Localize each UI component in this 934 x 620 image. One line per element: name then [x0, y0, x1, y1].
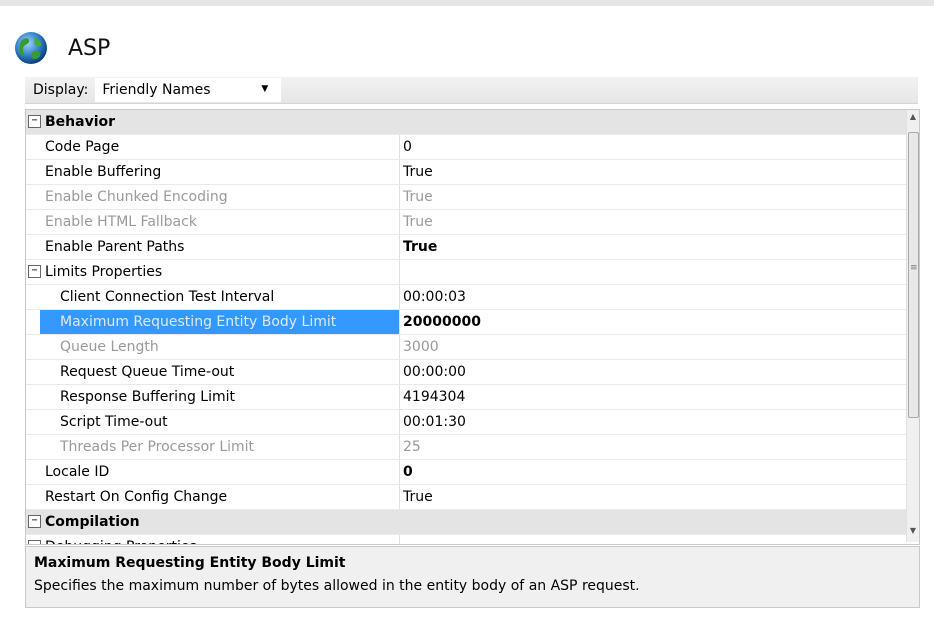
property-value[interactable]: 4194304 — [403, 385, 465, 409]
column-divider — [399, 135, 400, 159]
column-divider — [399, 310, 400, 334]
property-name: Enable Buffering — [45, 164, 162, 180]
column-divider — [399, 485, 400, 509]
property-name: Script Time-out — [60, 414, 168, 430]
property-name: Queue Length — [60, 339, 159, 355]
property-row-enable-parent-paths[interactable]: Enable Parent Paths True — [26, 235, 906, 260]
property-value[interactable]: True — [403, 485, 433, 509]
column-divider — [399, 235, 400, 259]
property-grid: − Behavior Code Page 0 Enable Buffering True E… — [25, 109, 920, 545]
column-divider — [399, 285, 400, 309]
property-value[interactable]: True — [403, 235, 437, 259]
property-value[interactable]: True — [403, 160, 433, 184]
display-select-value: Friendly Names — [102, 82, 211, 98]
property-name: Enable Chunked Encoding — [45, 189, 228, 205]
property-name: Maximum Requesting Entity Body Limit — [40, 310, 400, 334]
property-row-request-queue-time-out[interactable]: Request Queue Time-out 00:00:00 — [26, 360, 906, 385]
property-name: Debugging Properties — [45, 535, 399, 544]
column-divider — [399, 185, 400, 209]
property-value[interactable]: 0 — [403, 135, 412, 159]
property-name: Code Page — [45, 139, 120, 155]
page-title: ASP — [68, 35, 111, 61]
description-panel: Maximum Requesting Entity Body Limit Spe… — [25, 546, 920, 608]
scrollbar-thumb[interactable]: ≡ — [908, 132, 919, 418]
top-bar — [0, 0, 934, 6]
column-divider — [399, 535, 400, 544]
collapse-icon[interactable]: − — [28, 540, 41, 544]
property-value[interactable]: 25 — [403, 435, 421, 459]
column-divider — [399, 410, 400, 434]
display-toolbar: Display: Friendly Names ▼ — [25, 77, 918, 104]
property-value[interactable]: 00:00:03 — [403, 285, 466, 309]
property-row-restart-on-config-change[interactable]: Restart On Config Change True — [26, 485, 906, 510]
column-divider — [399, 460, 400, 484]
scroll-up-icon[interactable]: ▲ — [908, 112, 918, 126]
property-row-script-time-out[interactable]: Script Time-out 00:01:30 — [26, 410, 906, 435]
category-row-behavior[interactable]: − Behavior — [26, 110, 906, 135]
property-name: Locale ID — [45, 464, 110, 480]
column-divider — [399, 260, 400, 284]
property-name: Response Buffering Limit — [60, 389, 235, 405]
column-divider — [399, 385, 400, 409]
page-header: ASP — [14, 28, 110, 68]
property-row-response-buffering-limit[interactable]: Response Buffering Limit 4194304 — [26, 385, 906, 410]
property-row-locale-id[interactable]: Locale ID 0 — [26, 460, 906, 485]
category-row-debugging-properties[interactable]: −Debugging Properties — [26, 535, 906, 544]
display-label: Display: — [33, 82, 89, 98]
collapse-icon[interactable]: − — [28, 115, 41, 128]
property-row-queue-length[interactable]: Queue Length 3000 — [26, 335, 906, 360]
property-row-client-connection-test-interval[interactable]: Client Connection Test Interval 00:00:03 — [26, 285, 906, 310]
property-value[interactable]: 00:01:30 — [403, 410, 466, 434]
property-row-enable-buffering[interactable]: Enable Buffering True — [26, 160, 906, 185]
property-row-enable-chunked-encoding[interactable]: Enable Chunked Encoding True — [26, 185, 906, 210]
collapse-icon[interactable]: − — [28, 515, 41, 528]
category-row-limits-properties[interactable]: − Limits Properties — [26, 260, 906, 285]
column-divider — [399, 360, 400, 384]
property-value[interactable]: True — [403, 185, 433, 209]
display-select[interactable]: Friendly Names ▼ — [95, 78, 282, 102]
column-divider — [399, 335, 400, 359]
collapse-icon[interactable]: − — [28, 265, 41, 278]
category-row-compilation[interactable]: − Compilation — [26, 510, 906, 535]
description-text: Specifies the maximum number of bytes al… — [34, 578, 640, 594]
property-value[interactable]: 3000 — [403, 335, 439, 359]
globe-icon — [15, 32, 47, 64]
property-value[interactable]: 00:00:00 — [403, 360, 466, 384]
scroll-down-icon[interactable]: ▼ — [908, 526, 918, 540]
column-divider — [399, 160, 400, 184]
property-value[interactable]: 20000000 — [403, 310, 481, 334]
property-value[interactable]: True — [403, 210, 433, 234]
column-divider — [399, 210, 400, 234]
property-name: Enable Parent Paths — [45, 239, 185, 255]
property-name: Compilation — [45, 514, 140, 530]
property-row-enable-html-fallback[interactable]: Enable HTML Fallback True — [26, 210, 906, 235]
property-value[interactable]: 0 — [403, 460, 413, 484]
property-row-threads-per-processor-limit[interactable]: Threads Per Processor Limit 25 — [26, 435, 906, 460]
property-name: Behavior — [45, 114, 116, 130]
grip-icon: ≡ — [910, 263, 918, 273]
property-name: Request Queue Time-out — [60, 364, 235, 380]
vertical-scrollbar[interactable]: ▲ ≡ ▼ — [906, 110, 919, 542]
description-title: Maximum Requesting Entity Body Limit — [34, 555, 346, 571]
property-name: Client Connection Test Interval — [60, 289, 275, 305]
property-row-maximum-requesting-entity-body-limit[interactable]: Maximum Requesting Entity Body Limit 2000… — [26, 310, 906, 335]
property-row-code-page[interactable]: Code Page 0 — [26, 135, 906, 160]
dropdown-arrow-icon[interactable]: ▼ — [261, 84, 268, 94]
column-divider — [399, 435, 400, 459]
property-name: Limits Properties — [45, 264, 163, 280]
property-name: Threads Per Processor Limit — [60, 439, 255, 455]
property-name: Enable HTML Fallback — [45, 214, 197, 230]
property-name: Restart On Config Change — [45, 489, 228, 505]
